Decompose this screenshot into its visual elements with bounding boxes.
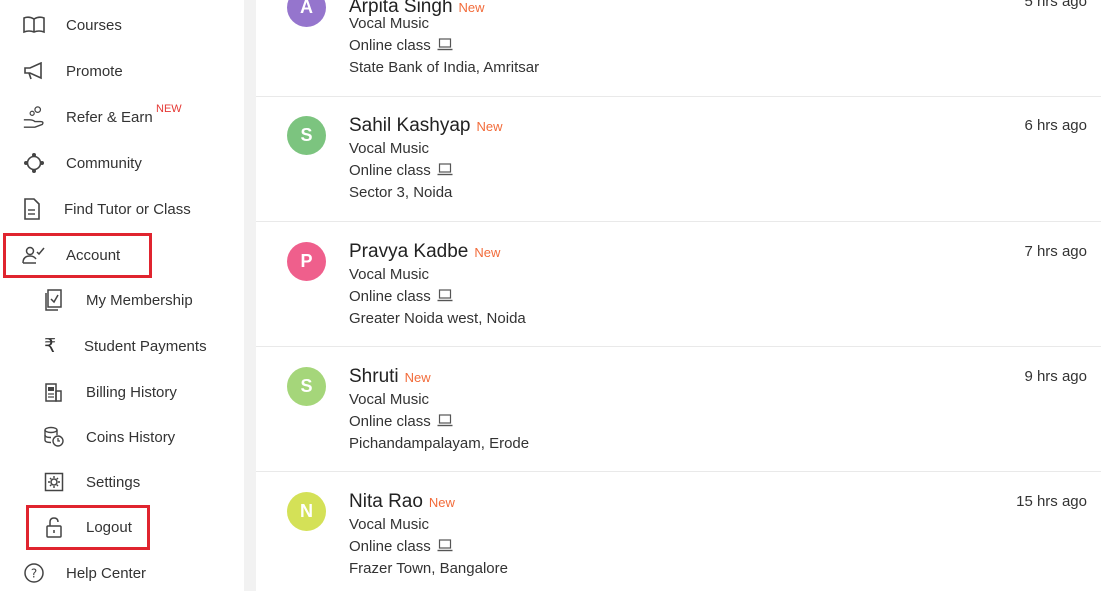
class-mode-text: Online class [349, 538, 431, 555]
sidebar-item-coins-history[interactable]: Coins History [0, 417, 220, 457]
avatar: A [287, 0, 326, 27]
laptop-icon [437, 288, 453, 306]
class-mode: Online class [349, 37, 453, 55]
subject: Vocal Music [349, 140, 430, 157]
list-item[interactable]: S Shruti New Vocal Music Online class Pic… [256, 347, 1101, 472]
sidebar-item-courses[interactable]: Courses [0, 5, 200, 45]
sidebar-item-label: Community [66, 154, 142, 172]
sidebar-item-label: My Membership [86, 291, 193, 309]
class-mode: Online class [349, 538, 453, 556]
student-name: Pravya Kadbe New [349, 241, 500, 263]
sidebar-item-billing-history[interactable]: Billing History [0, 372, 220, 412]
location: Greater Noida west, Noida [349, 310, 526, 327]
sidebar-item-label: Student Payments [84, 337, 207, 355]
sidebar-item-label: Help Center [66, 564, 147, 582]
laptop-icon [437, 538, 453, 556]
class-mode-text: Online class [349, 288, 431, 305]
subject: Vocal Music [349, 516, 430, 533]
sidebar-item-label: Find Tutor or Class [64, 200, 191, 218]
laptop-icon [437, 37, 453, 55]
account-highlight-box [3, 233, 152, 278]
sidebar-item-label: Coins History [86, 428, 176, 446]
sidebar-item-help-center[interactable]: ? Help Center [0, 553, 200, 593]
sidebar-divider [244, 0, 256, 591]
student-name-text: Shruti [349, 366, 399, 387]
svg-text:?: ? [31, 567, 37, 581]
sidebar-item-label: Settings [86, 473, 141, 491]
student-name-text: Sahil Kashyap [349, 115, 471, 136]
sidebar-item-settings[interactable]: Settings [0, 462, 220, 502]
new-tag: New [476, 119, 503, 134]
new-tag: New [404, 370, 431, 385]
new-tag: New [428, 495, 455, 510]
help-icon: ? [22, 561, 46, 585]
sidebar-item-community[interactable]: Community [0, 143, 200, 183]
timestamp: 5 hrs ago [1024, 0, 1087, 10]
timestamp: 7 hrs ago [1024, 243, 1087, 260]
hand-coins-icon [22, 105, 46, 129]
class-mode-text: Online class [349, 413, 431, 430]
membership-icon [42, 288, 66, 312]
new-tag: New [458, 0, 485, 15]
avatar: N [287, 492, 326, 531]
student-name-text: Pravya Kadbe [349, 241, 469, 262]
class-mode-text: Online class [349, 37, 431, 54]
student-name: Shruti New [349, 366, 431, 388]
sidebar-item-label: Courses [66, 16, 122, 34]
student-name-text: Nita Rao [349, 491, 423, 512]
billing-machine-icon [42, 380, 66, 404]
sidebar-item-find-tutor[interactable]: Find Tutor or Class [0, 189, 220, 229]
megaphone-icon [22, 59, 46, 83]
list-item[interactable]: A Arpita Singh New Vocal Music Online cla… [256, 0, 1101, 97]
sidebar: Courses Promote Refer & Earn NEW Communi… [0, 0, 244, 591]
class-mode: Online class [349, 162, 453, 180]
sidebar-item-promote[interactable]: Promote [0, 51, 200, 91]
laptop-icon [437, 162, 453, 180]
location: Sector 3, Noida [349, 184, 453, 201]
avatar: S [287, 116, 326, 155]
timestamp: 9 hrs ago [1024, 368, 1087, 385]
location: State Bank of India, Amritsar [349, 59, 540, 76]
timestamp: 6 hrs ago [1024, 117, 1087, 134]
sidebar-item-label: Refer & Earn [66, 108, 153, 126]
enquiry-list: A Arpita Singh New Vocal Music Online cla… [256, 0, 1101, 591]
rupee-icon: ₹ [43, 335, 57, 357]
gear-icon [42, 470, 66, 494]
coins-clock-icon [42, 425, 66, 449]
list-item[interactable]: N Nita Rao New Vocal Music Online class F… [256, 472, 1101, 591]
logout-highlight-box [26, 505, 150, 550]
new-tag: New [474, 245, 501, 260]
subject: Vocal Music [349, 391, 430, 408]
sidebar-item-my-membership[interactable]: My Membership [0, 280, 220, 320]
class-mode: Online class [349, 288, 453, 306]
sidebar-item-label: Billing History [86, 383, 177, 401]
sidebar-item-refer-earn[interactable]: Refer & Earn NEW [0, 97, 200, 137]
class-mode: Online class [349, 413, 453, 431]
sidebar-item-label: Promote [66, 62, 123, 80]
list-item[interactable]: S Sahil Kashyap New Vocal Music Online cl… [256, 97, 1101, 222]
community-icon [22, 151, 46, 175]
laptop-icon [437, 413, 453, 431]
list-item[interactable]: P Pravya Kadbe New Vocal Music Online cla… [256, 222, 1101, 347]
class-mode-text: Online class [349, 162, 431, 179]
student-name: Nita Rao New [349, 491, 455, 513]
book-icon [22, 13, 46, 37]
subject: Vocal Music [349, 15, 430, 32]
timestamp: 15 hrs ago [1016, 493, 1087, 510]
student-name: Sahil Kashyap New [349, 115, 502, 137]
subject: Vocal Music [349, 266, 430, 283]
document-icon [20, 197, 44, 221]
new-badge: NEW [156, 103, 182, 115]
avatar: S [287, 367, 326, 406]
avatar: P [287, 242, 326, 281]
location: Pichandampalayam, Erode [349, 435, 530, 452]
sidebar-item-student-payments[interactable]: ₹ Student Payments [0, 326, 220, 366]
location: Frazer Town, Bangalore [349, 560, 508, 577]
